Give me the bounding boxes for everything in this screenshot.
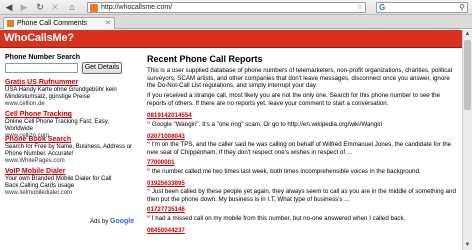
report-number-link[interactable]: 01727735146: [147, 206, 185, 213]
search-engine-icon[interactable]: G: [379, 3, 385, 13]
get-details-button[interactable]: Get Details: [82, 62, 122, 74]
ad-title-link[interactable]: Gratis US Rufnummer: [5, 79, 135, 87]
intro-paragraph: This is a user supplied database of phon…: [147, 67, 453, 89]
tab-phone-call-comments[interactable]: Phone Call Comments ✕: [3, 17, 115, 29]
report-comment-text: Google "Wangiri". It's a "one ring" scam…: [151, 121, 383, 128]
tab-favicon-icon: [7, 20, 14, 27]
ad-item: VoIP Mobile Dialer Your own Branded Mobi…: [5, 168, 135, 197]
report-comment: “ the number called me two times last we…: [147, 168, 458, 176]
ad-title-link[interactable]: Cell Phone Tracking: [5, 111, 135, 119]
report-number-link[interactable]: 0819142014554: [147, 112, 192, 119]
scrollbar-thumb[interactable]: [464, 40, 471, 110]
page-title: Recent Phone Call Reports: [147, 54, 263, 64]
ad-url[interactable]: www.itelmobiledialer.com: [5, 190, 135, 197]
report-number-link[interactable]: 08450044237: [147, 227, 185, 234]
report-comment-text: I'm on the TPS, and the caller said he w…: [147, 141, 452, 156]
forward-arrow-icon[interactable]: ▶: [18, 2, 30, 13]
browser-toolbar: ◀ ▶ ↻ ✕ ⌂ http://whocallsme.com/ ☆ G ⚲: [0, 0, 472, 15]
report-comment-text: I had a missed call on my mobile from th…: [151, 215, 406, 222]
home-icon[interactable]: ⌂: [66, 2, 78, 13]
ad-title-link[interactable]: Phone Book Search: [5, 136, 135, 144]
ad-description: Search for Free by Name, Business, Addre…: [5, 144, 133, 157]
scroll-down-arrow-icon[interactable]: ▼: [463, 241, 472, 250]
report-comment: “ I had a missed call on my mobile from …: [147, 215, 458, 223]
report-number-link[interactable]: 01925633895: [147, 180, 185, 187]
google-logo: Google: [110, 218, 135, 225]
site-header: WhoCallsMe?: [0, 30, 462, 48]
bookmark-star-icon[interactable]: ☆: [357, 3, 363, 13]
site-logo[interactable]: WhoCallsMe?: [4, 32, 74, 44]
quote-icon: “: [147, 121, 151, 128]
address-bar[interactable]: http://whocallsme.com/ ☆: [87, 2, 366, 13]
ad-description: USA Handy Karte ohne Grundgebühr kein Mi…: [5, 87, 117, 100]
phone-number-input[interactable]: [5, 63, 78, 73]
tab-title: Phone Call Comments: [17, 20, 88, 27]
stop-icon[interactable]: ✕: [49, 2, 61, 13]
report-comment-text: the number called me two times last week…: [151, 168, 421, 175]
report-comment-text: Just been called by these people yet aga…: [147, 188, 456, 203]
report-comment: “ I'm on the TPS, and the caller said he…: [147, 141, 458, 156]
vertical-scrollbar[interactable]: ▲ ▼: [462, 30, 472, 250]
reload-icon[interactable]: ↻: [34, 2, 46, 13]
browser-search-box[interactable]: G ⚲: [376, 2, 468, 13]
ad-item: Gratis US Rufnummer USA Handy Karte ohne…: [5, 79, 135, 108]
quote-icon: “: [147, 188, 151, 195]
quote-icon: “: [147, 168, 151, 175]
back-arrow-icon[interactable]: ◀: [3, 2, 15, 13]
quote-icon: “: [147, 141, 151, 148]
intro-paragraph: If you received a strange call, most lik…: [147, 92, 441, 107]
phone-search-title: Phone Number Search: [5, 54, 81, 61]
ad-item: Phone Book Search Search for Free by Nam…: [5, 136, 135, 165]
ads-by-prefix: Ads by: [90, 219, 109, 225]
report-number-link[interactable]: 02071008043: [147, 133, 185, 140]
tab-close-icon[interactable]: ✕: [105, 18, 111, 29]
ad-url[interactable]: www.WhitePages.com: [5, 158, 135, 165]
search-icon[interactable]: ⚲: [459, 3, 465, 13]
ad-description: Online Cell Phone Tracking Fast, Easy, W…: [5, 119, 109, 132]
scroll-up-arrow-icon[interactable]: ▲: [463, 30, 472, 39]
ad-description: Your own Branded Mobile Dialer for Call …: [5, 176, 112, 189]
ad-title-link[interactable]: VoIP Mobile Dialer: [5, 168, 135, 176]
quote-icon: “: [147, 215, 151, 222]
tab-bar: Phone Call Comments ✕: [0, 15, 472, 29]
ads-by-google[interactable]: Ads by Google: [90, 218, 134, 225]
ad-url[interactable]: www.cellion.de: [5, 101, 135, 108]
report-number-link[interactable]: 77000001: [147, 159, 175, 166]
report-comment: “ Just been called by these people yet a…: [147, 188, 458, 203]
web-page: WhoCallsMe? Phone Number Search Get Deta…: [0, 30, 462, 250]
site-favicon-icon: [90, 4, 98, 12]
report-comment: “ Google "Wangiri". It's a "one ring" sc…: [147, 121, 458, 129]
address-bar-url[interactable]: http://whocallsme.com/: [101, 3, 172, 13]
